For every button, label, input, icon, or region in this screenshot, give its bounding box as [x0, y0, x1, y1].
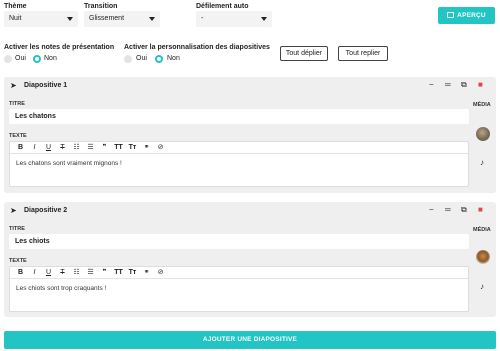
text-label: TEXTE — [9, 133, 27, 139]
preview-label: APERÇU — [457, 12, 486, 19]
music-note-icon[interactable]: ♪ — [480, 282, 484, 291]
slide-heading: Diapositive 2 — [24, 207, 68, 214]
bullet-list-icon[interactable]: ☰ — [86, 268, 95, 278]
slide-text-content: Les chatons sont vraiment mignons ! — [16, 160, 122, 167]
underline-icon[interactable]: U — [44, 143, 53, 153]
notes-yes-radio[interactable] — [4, 55, 12, 63]
slide-text-editor[interactable]: B I U T ☷ ☰ ❞ TT Tт ⚭ ⊘ Les chiots sont … — [9, 266, 469, 312]
slide-title-input[interactable]: Les chiots — [9, 234, 469, 249]
notes-no-radio[interactable] — [33, 55, 41, 63]
notes-label: Activer les notes de présentation — [4, 44, 115, 51]
bullet-list-icon[interactable]: ☰ — [86, 143, 95, 153]
duplicate-icon[interactable]: ⧉ — [461, 206, 467, 214]
customization-no-radio[interactable] — [155, 55, 163, 63]
heading-large-icon[interactable]: TT — [114, 143, 123, 153]
title-label: TITRE — [9, 226, 25, 232]
slide-heading: Diapositive 1 — [24, 82, 68, 89]
trash-icon[interactable]: ■ — [478, 81, 483, 89]
italic-icon[interactable]: I — [30, 268, 39, 278]
link-icon[interactable]: ⚭ — [142, 268, 151, 278]
chevron-down-icon — [149, 17, 155, 21]
autoscroll-select[interactable]: - — [196, 11, 272, 27]
autoscroll-select-value: - — [201, 15, 204, 22]
preview-button[interactable]: APERÇU — [438, 7, 495, 24]
notes-yes-label: Oui — [15, 55, 26, 62]
unlink-icon[interactable]: ⊘ — [156, 143, 165, 153]
slide-card-1: ➤ Diapositive 1 − ═ ⧉ ■ TITRE Les chaton… — [4, 77, 496, 193]
bold-icon[interactable]: B — [16, 268, 25, 278]
slide-card-2: ➤ Diapositive 2 − ═ ⧉ ■ TITRE Les chiots… — [4, 202, 496, 317]
slide-title-input[interactable]: Les chatons — [9, 109, 469, 124]
link-icon[interactable]: ⚭ — [142, 143, 151, 153]
heading-small-icon[interactable]: Tт — [128, 268, 137, 278]
heading-large-icon[interactable]: TT — [114, 268, 123, 278]
collapse-all-button[interactable]: Tout replier — [338, 46, 388, 61]
notes-no-label: Non — [44, 55, 57, 62]
ordered-list-icon[interactable]: ☷ — [72, 143, 81, 153]
customization-yes-radio[interactable] — [124, 55, 132, 63]
strikethrough-icon[interactable]: T — [58, 143, 67, 153]
title-label: TITRE — [9, 101, 25, 107]
bold-icon[interactable]: B — [16, 143, 25, 153]
text-label: TEXTE — [9, 258, 27, 264]
underline-icon[interactable]: U — [44, 268, 53, 278]
quote-icon[interactable]: ❞ — [100, 143, 109, 153]
drag-handle-icon[interactable]: ═ — [445, 206, 451, 214]
quote-icon[interactable]: ❞ — [100, 268, 109, 278]
theme-select-value: Nuit — [9, 15, 22, 22]
heading-small-icon[interactable]: Tт — [128, 143, 137, 153]
customization-no-label: Non — [167, 55, 180, 62]
unlink-icon[interactable]: ⊘ — [156, 268, 165, 278]
send-icon: ➤ — [10, 81, 17, 90]
puppy-photo-thumbnail[interactable] — [476, 250, 490, 264]
chevron-down-icon — [67, 17, 73, 21]
add-slide-button[interactable]: AJOUTER UNE DIAPOSITIVE — [4, 331, 496, 349]
editor-toolbar: B I U T ☷ ☰ ❞ TT Tт ⚭ ⊘ — [10, 267, 468, 279]
media-label: MÉDIA — [473, 102, 491, 108]
autoscroll-label: Défilement auto — [196, 3, 249, 10]
preview-icon — [447, 12, 455, 18]
editor-toolbar: B I U T ☷ ☰ ❞ TT Tт ⚭ ⊘ — [10, 142, 468, 154]
customization-yes-label: Oui — [136, 55, 147, 62]
drag-handle-icon[interactable]: ═ — [445, 81, 451, 89]
theme-select[interactable]: Nuit — [4, 11, 78, 27]
media-label: MÉDIA — [473, 227, 491, 233]
transition-select[interactable]: Glissement — [84, 11, 160, 27]
duplicate-icon[interactable]: ⧉ — [461, 81, 467, 89]
customization-label: Activer la personnalisation des diaposit… — [124, 44, 270, 51]
slide-text-editor[interactable]: B I U T ☷ ☰ ❞ TT Tт ⚭ ⊘ Les chatons sont… — [9, 141, 469, 187]
music-note-icon[interactable]: ♪ — [480, 158, 484, 167]
minimize-icon[interactable]: − — [429, 206, 434, 214]
chevron-down-icon — [261, 17, 267, 21]
transition-label: Transition — [84, 3, 118, 10]
transition-select-value: Glissement — [89, 15, 125, 22]
theme-label: Thème — [4, 3, 27, 10]
kitten-photo-thumbnail[interactable] — [476, 127, 490, 141]
send-icon: ➤ — [10, 206, 17, 215]
expand-all-button[interactable]: Tout déplier — [280, 46, 328, 61]
strikethrough-icon[interactable]: T — [58, 268, 67, 278]
italic-icon[interactable]: I — [30, 143, 39, 153]
slide-text-content: Les chiots sont trop craquants ! — [16, 285, 107, 292]
trash-icon[interactable]: ■ — [478, 206, 483, 214]
minimize-icon[interactable]: − — [429, 81, 434, 89]
ordered-list-icon[interactable]: ☷ — [72, 268, 81, 278]
